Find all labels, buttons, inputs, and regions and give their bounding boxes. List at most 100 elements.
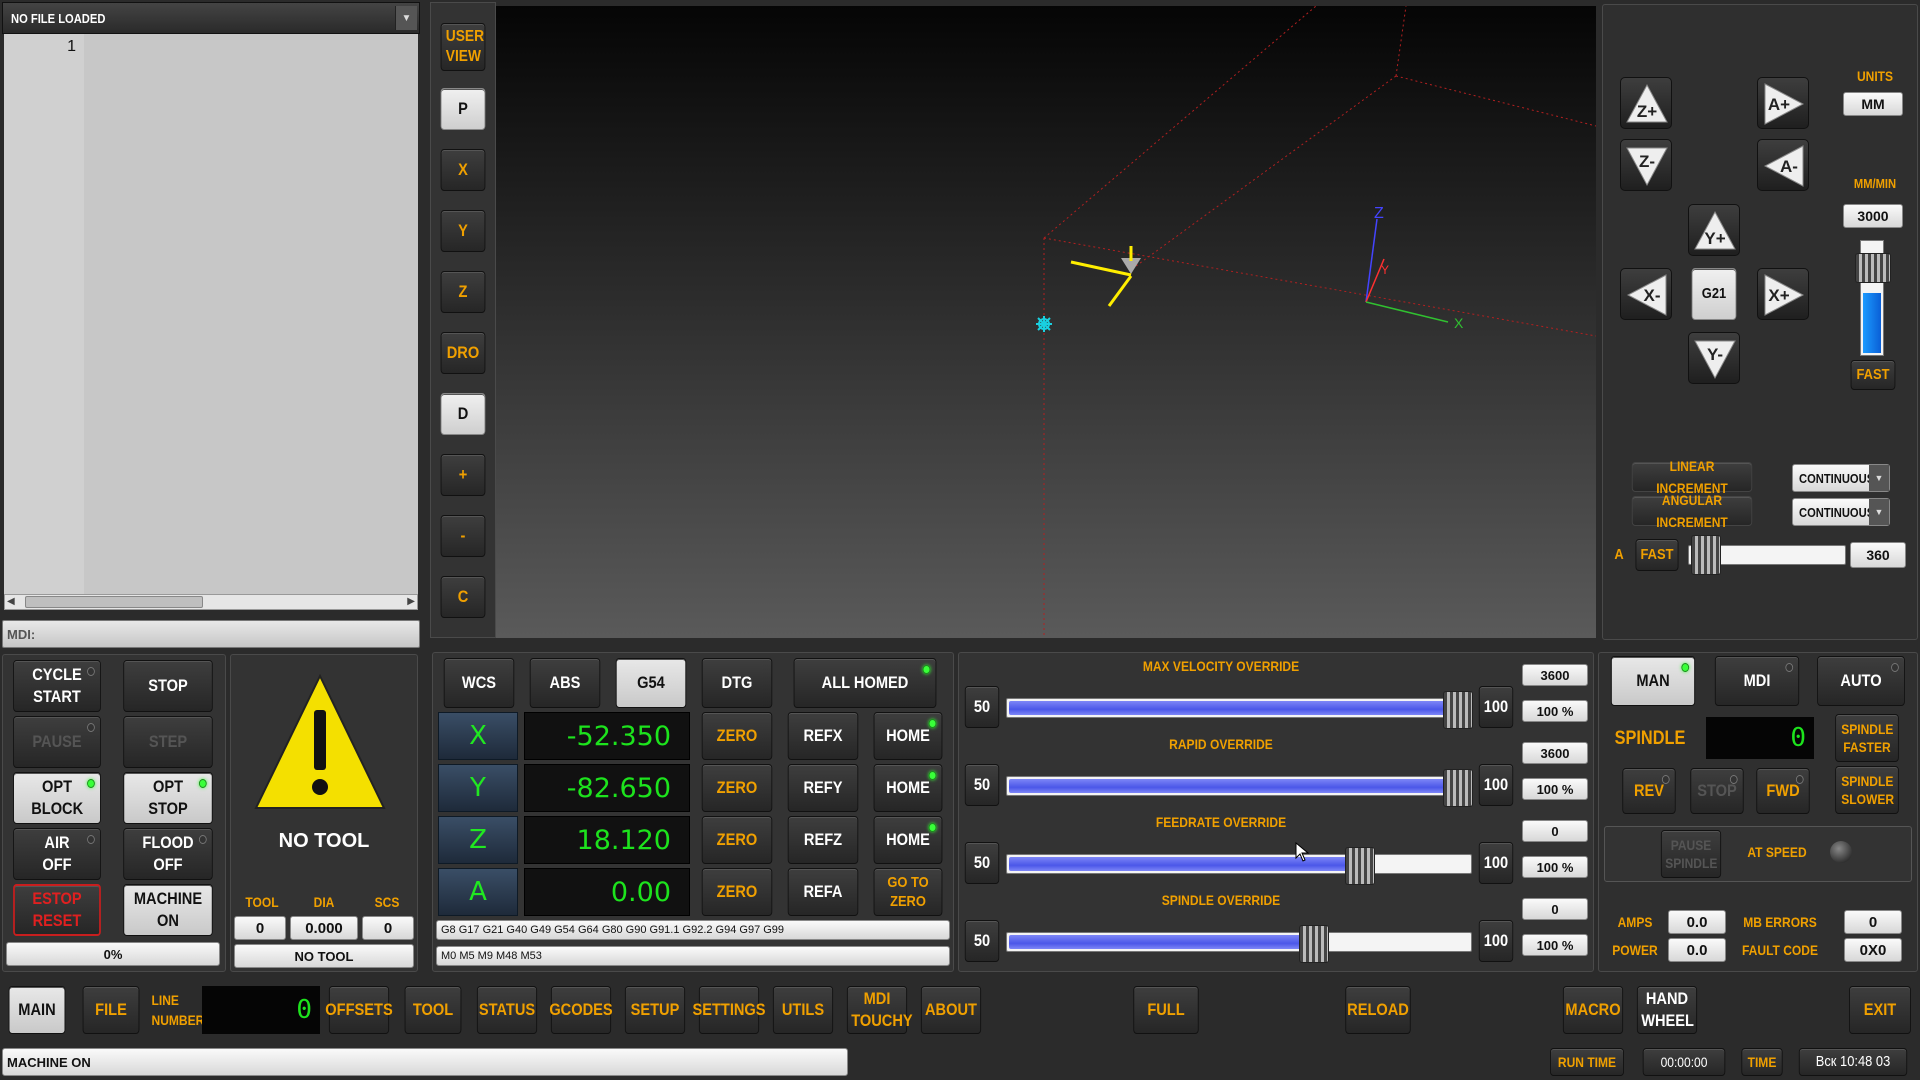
nav-full-button[interactable]: FULL: [1133, 986, 1199, 1034]
zoom-in-button[interactable]: +: [440, 454, 486, 496]
estop-reset-button[interactable]: ESTOP RESET: [13, 884, 101, 936]
a-rate-slider[interactable]: [1688, 535, 1846, 575]
view-p-button[interactable]: P: [440, 88, 486, 130]
jog-rate-slider[interactable]: [1855, 240, 1891, 356]
linear-increment-select[interactable]: CONTINUOUS ▼: [1792, 464, 1890, 492]
jog-z-plus-button[interactable]: Z+: [1620, 77, 1672, 129]
override-grip[interactable]: [1299, 925, 1330, 963]
spindle-slower-button[interactable]: SPINDLE SLOWER: [1835, 766, 1899, 814]
override-max-button[interactable]: 100: [1478, 686, 1514, 728]
pause-button[interactable]: PAUSE: [13, 716, 101, 768]
nav-utils-button[interactable]: UTILS: [772, 986, 834, 1034]
jog-a-plus-button[interactable]: A+: [1757, 77, 1809, 129]
jog-fast-button[interactable]: FAST: [1850, 360, 1896, 390]
units-g21-button[interactable]: G21: [1691, 268, 1737, 320]
ref-y-button[interactable]: REFY: [787, 764, 859, 812]
code-editor[interactable]: [84, 34, 418, 594]
dtg-button[interactable]: DTG: [701, 658, 773, 708]
zero-x-button[interactable]: ZERO: [701, 712, 773, 760]
override-grip[interactable]: [1345, 847, 1376, 885]
home-z-button[interactable]: HOME: [873, 816, 943, 864]
spindle-stop-button[interactable]: STOP: [1690, 768, 1744, 814]
override-grip[interactable]: [1443, 691, 1473, 729]
chevron-down-icon[interactable]: ▼: [1869, 499, 1889, 525]
spindle-rev-button[interactable]: REV: [1622, 768, 1676, 814]
units-value[interactable]: MM: [1843, 92, 1903, 116]
g54-button[interactable]: G54: [615, 658, 687, 708]
nav-exit-button[interactable]: EXIT: [1849, 986, 1911, 1034]
scroll-left-icon[interactable]: ◀: [7, 596, 15, 607]
zoom-out-button[interactable]: -: [440, 515, 486, 557]
override-min-button[interactable]: 50: [964, 764, 1000, 806]
clear-button[interactable]: C: [440, 576, 486, 618]
jog-a-minus-button[interactable]: A-: [1757, 139, 1809, 191]
opt-stop-button[interactable]: OPT STOP: [123, 772, 213, 824]
nav-setup-button[interactable]: SETUP: [624, 986, 686, 1034]
file-title-bar[interactable]: NO FILE LOADED ▼: [2, 2, 420, 34]
axis-y-label[interactable]: Y: [438, 764, 518, 812]
home-x-button[interactable]: HOME: [873, 712, 943, 760]
axis-z-label[interactable]: Z: [438, 816, 518, 864]
jog-rate-value[interactable]: 3000: [1843, 204, 1903, 228]
view-x-button[interactable]: X: [440, 149, 486, 191]
jog-y-plus-button[interactable]: Y+: [1688, 204, 1740, 256]
cycle-start-button[interactable]: CYCLE START: [13, 660, 101, 712]
nav-main-button[interactable]: MAIN: [8, 986, 66, 1034]
nav-macro-button[interactable]: MACRO: [1562, 986, 1624, 1034]
horizontal-scrollbar[interactable]: ◀ ▶: [4, 594, 418, 610]
zero-y-button[interactable]: ZERO: [701, 764, 773, 812]
jog-x-minus-button[interactable]: X-: [1620, 268, 1672, 320]
all-homed-button[interactable]: ALL HOMED: [793, 658, 937, 708]
chevron-down-icon[interactable]: ▼: [1869, 465, 1889, 491]
spindle-fwd-button[interactable]: FWD: [1756, 768, 1810, 814]
a-fast-button[interactable]: FAST: [1635, 539, 1679, 571]
nav-tool-button[interactable]: TOOL: [404, 986, 462, 1034]
mode-auto-button[interactable]: AUTO: [1817, 656, 1905, 706]
machine-on-button[interactable]: MACHINE ON: [123, 884, 213, 936]
nav-mdi-touchy-button[interactable]: MDI TOUCHY: [846, 986, 913, 1034]
opt-block-button[interactable]: OPT BLOCK: [13, 772, 101, 824]
zero-a-button[interactable]: ZERO: [701, 868, 773, 916]
mode-mdi-button[interactable]: MDI: [1714, 656, 1800, 706]
preview-viewport[interactable]: Z Y X: [496, 6, 1596, 638]
view-d-button[interactable]: D: [440, 393, 486, 435]
ref-a-button[interactable]: REFA: [787, 868, 859, 916]
a-rate-value[interactable]: 360: [1850, 542, 1906, 568]
override-slider[interactable]: [1006, 691, 1473, 729]
nav-reload-button[interactable]: RELOAD: [1345, 986, 1411, 1034]
override-min-button[interactable]: 50: [964, 920, 1000, 962]
ref-z-button[interactable]: REFZ: [787, 816, 859, 864]
angular-increment-select[interactable]: CONTINUOUS ▼: [1792, 498, 1890, 526]
jog-rate-grip[interactable]: [1855, 253, 1891, 283]
a-rate-grip[interactable]: [1691, 535, 1721, 575]
nav-about-button[interactable]: ABOUT: [920, 986, 982, 1034]
override-max-button[interactable]: 100: [1478, 764, 1514, 806]
view-y-button[interactable]: Y: [440, 210, 486, 252]
wcs-button[interactable]: WCS: [443, 658, 515, 708]
air-button[interactable]: AIR OFF: [13, 828, 101, 880]
scroll-right-icon[interactable]: ▶: [407, 596, 415, 607]
user-view-button[interactable]: USER VIEW: [440, 23, 486, 71]
override-min-button[interactable]: 50: [964, 842, 1000, 884]
stop-button[interactable]: STOP: [123, 660, 213, 712]
view-z-button[interactable]: Z: [440, 271, 486, 313]
dro-toggle-button[interactable]: DRO: [440, 332, 486, 374]
nav-gcodes-button[interactable]: GCODES: [549, 986, 613, 1034]
jog-z-minus-button[interactable]: Z-: [1620, 139, 1672, 191]
nav-offsets-button[interactable]: OFFSETS: [325, 986, 393, 1034]
nav-hand-wheel-button[interactable]: HAND WHEEL: [1636, 986, 1698, 1034]
scroll-thumb[interactable]: [25, 596, 203, 608]
home-y-button[interactable]: HOME: [873, 764, 943, 812]
chevron-down-icon[interactable]: ▼: [395, 6, 417, 30]
go-to-zero-button[interactable]: GO TO ZERO: [873, 868, 943, 916]
step-button[interactable]: STEP: [123, 716, 213, 768]
jog-x-plus-button[interactable]: X+: [1757, 268, 1809, 320]
override-max-button[interactable]: 100: [1478, 842, 1514, 884]
spindle-faster-button[interactable]: SPINDLE FASTER: [1835, 714, 1899, 762]
mdi-input[interactable]: MDI:: [2, 620, 420, 648]
nav-file-button[interactable]: FILE: [82, 986, 140, 1034]
pause-spindle-button[interactable]: PAUSE SPINDLE: [1660, 830, 1722, 878]
override-slider[interactable]: [1006, 769, 1473, 807]
override-max-button[interactable]: 100: [1478, 920, 1514, 962]
abs-button[interactable]: ABS: [529, 658, 601, 708]
